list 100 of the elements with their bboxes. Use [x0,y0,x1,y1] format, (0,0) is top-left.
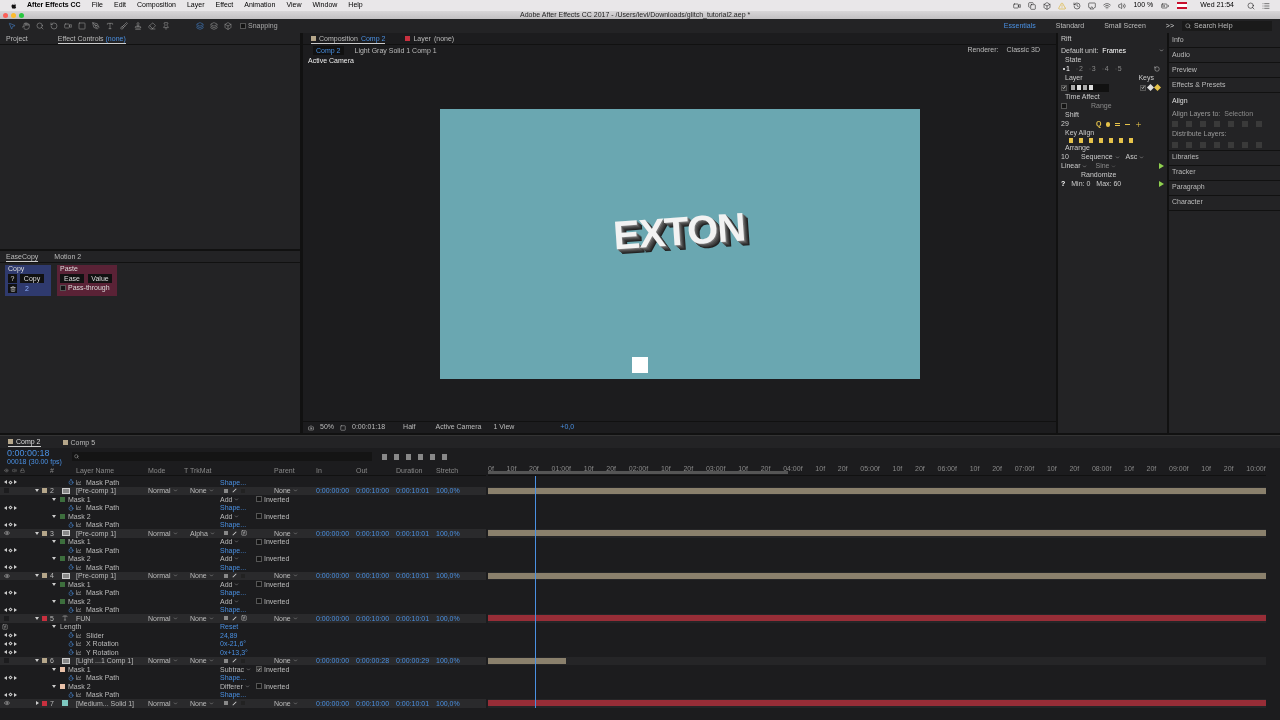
stopwatch-icon[interactable] [68,606,74,613]
mask-color-swatch[interactable] [60,539,65,545]
effect-switch-icon[interactable] [241,530,247,537]
eye-icon[interactable] [4,530,10,537]
expand-triangle-icon[interactable] [52,684,56,688]
layer-duration-bar[interactable] [488,657,566,664]
mask-color-swatch[interactable] [60,556,65,562]
mask-color-swatch[interactable] [60,598,65,604]
camera-tool-icon[interactable] [64,22,72,30]
label-color-swatch[interactable] [42,530,47,536]
stopwatch-icon[interactable] [68,547,74,554]
graph-icon[interactable] [76,479,81,485]
graph-icon[interactable] [76,590,81,596]
stopwatch-icon[interactable] [68,589,74,596]
eraser-tool-icon[interactable] [148,22,156,30]
box-icon[interactable] [1043,1,1052,10]
timecode[interactable]: 0:00:00:18 [7,448,62,458]
volume-icon[interactable] [1118,1,1127,10]
eye-icon[interactable] [4,700,10,707]
type-tool-icon[interactable] [106,22,114,30]
graph-icon[interactable] [76,522,81,528]
rotate-tool-icon[interactable] [50,22,58,30]
inverted-checkbox[interactable] [256,581,262,588]
inverted-checkbox[interactable] [256,598,262,605]
graph-icon[interactable] [76,607,81,613]
close-button[interactable] [3,12,8,18]
zoom-tool-icon[interactable] [36,22,44,30]
mask-color-swatch[interactable] [60,683,65,689]
label-color-swatch[interactable] [42,573,47,579]
inverted-checkbox[interactable] [256,555,262,562]
selection-tool-icon[interactable] [8,22,16,30]
expand-triangle-icon[interactable] [52,582,56,586]
region-icon[interactable] [340,424,346,431]
snapping-checkbox[interactable] [240,23,246,29]
layer-checkbox[interactable] [1061,84,1067,91]
pass-through-checkbox[interactable] [60,285,66,291]
stopwatch-icon[interactable] [68,564,74,571]
pen-tool-icon[interactable] [92,22,100,30]
play-button[interactable] [1159,181,1164,187]
inverted-checkbox[interactable] [256,513,262,520]
expand-triangle-icon[interactable] [52,625,56,629]
apple-logo-icon[interactable] [10,1,17,10]
expand-triangle-icon[interactable] [52,540,56,544]
graph-icon[interactable] [76,632,81,638]
pin-tool-icon[interactable] [162,22,170,30]
play-button[interactable] [1159,163,1164,169]
expand-triangle-icon[interactable] [35,489,39,493]
equal-icon[interactable] [1115,122,1121,126]
camera-icon[interactable] [1013,1,1022,10]
effect-switch-icon[interactable] [241,615,247,622]
expand-triangle-icon[interactable] [52,599,56,603]
clock-icon[interactable] [1073,1,1082,10]
stopwatch-icon[interactable] [68,521,74,528]
plus-icon[interactable] [1135,120,1143,128]
layer-duration-bar[interactable] [488,487,1266,494]
wifi-icon[interactable] [1103,1,1112,10]
stopwatch-icon[interactable] [68,479,74,486]
brush-tool-icon[interactable] [120,22,128,30]
mask-color-swatch[interactable] [60,581,65,587]
mask-color-swatch[interactable] [60,496,65,502]
graph-icon[interactable] [76,641,81,647]
stopwatch-icon[interactable] [68,632,74,639]
inverted-checkbox[interactable] [256,683,262,690]
time-affect-checkbox[interactable] [1061,103,1067,109]
expand-triangle-icon[interactable] [35,531,39,535]
flag-icon[interactable] [1177,2,1188,9]
rectangle-tool-icon[interactable] [78,22,86,30]
label-color-swatch[interactable] [42,615,47,621]
inverted-checkbox[interactable] [256,496,262,503]
hand-tool-icon[interactable] [22,22,30,30]
graph-icon[interactable] [76,564,81,570]
minus-icon[interactable] [1125,123,1131,125]
graph-icon[interactable] [76,692,81,698]
expand-triangle-icon[interactable] [52,667,56,671]
trash-button[interactable] [8,284,17,293]
airplay-icon[interactable] [1088,1,1097,10]
expand-triangle-icon[interactable] [35,574,39,578]
graph-icon[interactable] [76,547,81,553]
expand-triangle-icon[interactable] [52,514,56,518]
inverted-checkbox[interactable] [256,538,262,545]
mask-color-swatch[interactable] [60,666,65,672]
label-color-swatch[interactable] [42,488,47,494]
bulb-icon[interactable] [1106,121,1111,127]
graph-icon[interactable] [76,649,81,655]
label-color-swatch[interactable] [42,700,47,706]
stopwatch-icon[interactable] [68,640,74,647]
eye-icon[interactable] [4,572,10,579]
copy-icon[interactable] [1028,1,1037,10]
search-icon[interactable] [1247,1,1255,10]
stopwatch-icon[interactable] [68,504,74,511]
expand-triangle-icon[interactable] [35,616,39,620]
inverted-checkbox[interactable] [256,666,262,673]
mask-color-swatch[interactable] [60,513,65,519]
layer-duration-bar[interactable] [488,530,1266,537]
reset-icon[interactable] [1154,66,1160,72]
stopwatch-icon[interactable] [68,649,74,656]
layer-duration-bar[interactable] [488,572,1266,579]
label-color-swatch[interactable] [42,658,47,664]
expand-triangle-icon[interactable] [52,497,56,501]
list-icon[interactable] [1262,1,1270,10]
